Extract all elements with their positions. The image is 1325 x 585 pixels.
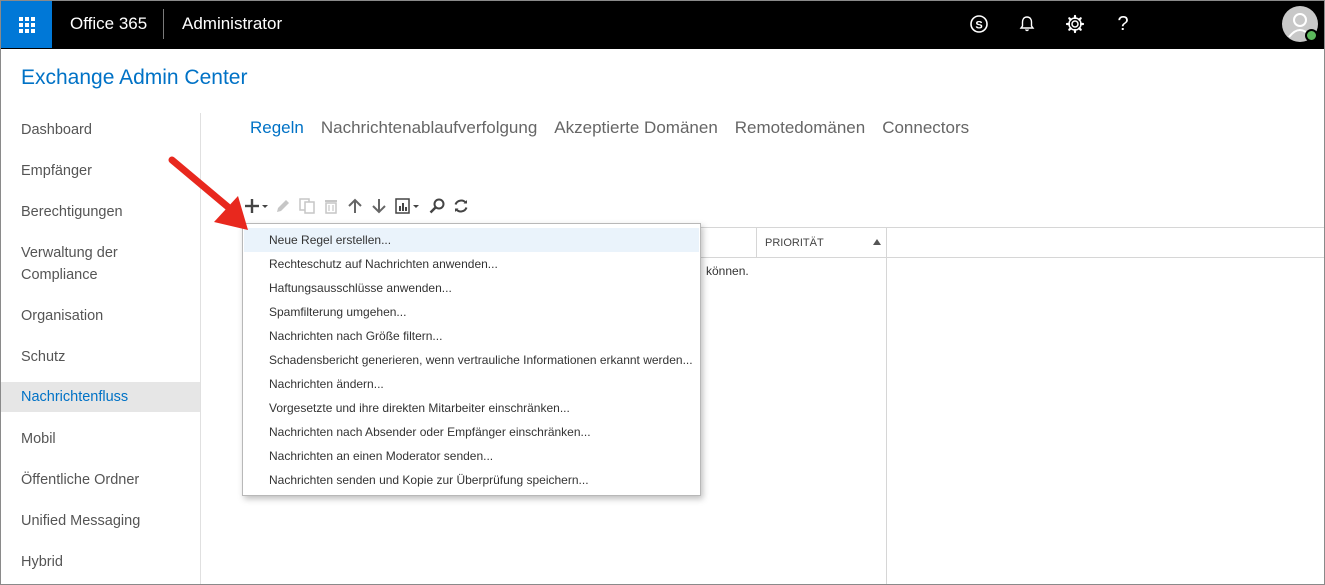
window-border bbox=[0, 0, 1325, 585]
